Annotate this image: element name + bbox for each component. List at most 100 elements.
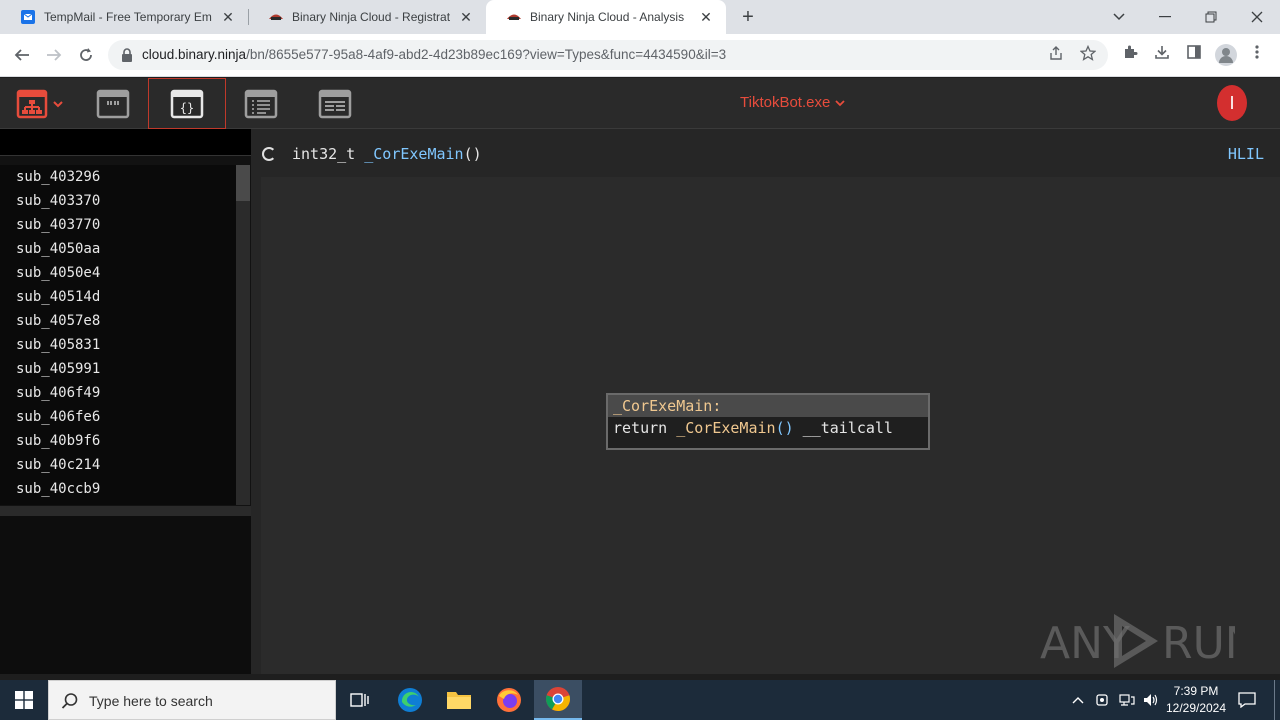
search-icon — [61, 693, 78, 709]
linear-view-button[interactable] — [223, 78, 299, 129]
edge-icon — [398, 688, 422, 712]
app-header: {} TiktokBot.exe — [0, 78, 1280, 129]
function-list-scrollbar[interactable] — [236, 165, 250, 505]
function-list-item[interactable]: sub_403770 — [0, 213, 236, 237]
user-avatar[interactable]: I — [1217, 85, 1247, 121]
anyrun-watermark-logo: ANY RUN — [1040, 614, 1235, 669]
chevron-down-icon — [834, 100, 845, 107]
forward-arrow-icon[interactable] — [42, 43, 66, 67]
function-name[interactable]: _CorExeMain — [364, 145, 463, 163]
search-placeholder: Type here to search — [89, 693, 213, 709]
task-view-button[interactable] — [336, 680, 384, 720]
tray-chevron-up-icon[interactable] — [1068, 680, 1088, 720]
function-list-item[interactable]: sub_40b9f6 — [0, 429, 236, 453]
close-icon[interactable]: ✕ — [458, 9, 474, 25]
call-target[interactable]: _CorExeMain — [676, 419, 775, 437]
share-icon[interactable] — [1046, 45, 1066, 65]
url-text[interactable]: cloud.binary.ninja/bn/8655e577-95a8-4af9… — [142, 47, 726, 62]
function-list-item[interactable]: sub_406fe6 — [0, 405, 236, 429]
function-list-item[interactable]: sub_4050aa — [0, 237, 236, 261]
firefox-icon — [497, 688, 521, 712]
taskbar-edge[interactable] — [386, 680, 434, 720]
url-path: /bn/8655e577-95a8-4af9-abd2-4d23b89ec169… — [246, 47, 727, 62]
tray-security-icon[interactable] — [1092, 680, 1112, 720]
return-type: int32_t — [292, 145, 356, 163]
restore-button[interactable] — [1188, 0, 1234, 34]
chrome-menu-icon[interactable] — [1246, 44, 1268, 66]
block-instruction[interactable]: return _CorExeMain() __tailcall — [608, 417, 928, 439]
taskbar-search-box[interactable]: Type here to search — [48, 680, 336, 720]
bookmark-star-icon[interactable] — [1078, 44, 1098, 65]
url-host: cloud.binary.ninja — [142, 47, 247, 62]
linear-view-icon — [244, 89, 278, 118]
il-level-selector[interactable]: HLIL — [1228, 145, 1264, 163]
file-title-dropdown[interactable]: TiktokBot.exe — [740, 94, 845, 111]
back-arrow-icon[interactable] — [10, 43, 34, 67]
function-list-item[interactable]: sub_40c214 — [0, 453, 236, 477]
function-list-item[interactable]: sub_4050e4 — [0, 261, 236, 285]
sidebar-splitter[interactable] — [0, 506, 251, 516]
function-list-item[interactable]: sub_40ccb9 — [0, 477, 236, 501]
graph-view-button[interactable] — [0, 78, 80, 129]
chrome-icon — [546, 687, 570, 711]
taskbar-firefox[interactable] — [485, 680, 533, 720]
hex-view-button[interactable] — [297, 78, 373, 129]
clock-time: 7:39 PM — [1173, 684, 1219, 698]
function-signature: int32_t _CorExeMain() — [292, 145, 482, 163]
reload-icon[interactable] — [74, 43, 98, 67]
folder-icon — [447, 692, 471, 709]
svg-text:RUN: RUN — [1162, 618, 1235, 669]
browser-toolbar: cloud.binary.ninja/bn/8655e577-95a8-4af9… — [0, 34, 1280, 77]
function-list-item[interactable]: sub_4057e8 — [0, 309, 236, 333]
binja-icon — [269, 14, 283, 20]
extensions-puzzle-icon[interactable] — [1119, 44, 1141, 66]
function-list-item[interactable]: sub_405991 — [0, 357, 236, 381]
close-window-button[interactable] — [1234, 0, 1280, 34]
new-tab-button[interactable]: + — [738, 7, 758, 27]
close-icon[interactable]: ✕ — [698, 9, 714, 25]
taskbar-chrome[interactable] — [534, 680, 582, 720]
strings-view-button[interactable] — [75, 78, 151, 129]
function-header: int32_t _CorExeMain() HLIL — [251, 129, 1280, 177]
function-list-item[interactable]: sub_406f49 — [0, 381, 236, 405]
tab-search-chevron-icon[interactable] — [1096, 0, 1142, 34]
minimize-button[interactable] — [1142, 0, 1188, 34]
clock-date: 12/29/2024 — [1165, 701, 1227, 715]
tab-registration[interactable]: Binary Ninja Cloud - Registration ✕ — [248, 0, 486, 34]
windows-logo-icon — [15, 691, 33, 709]
show-desktop-button[interactable] — [1274, 680, 1275, 720]
lock-icon[interactable] — [120, 47, 134, 63]
basic-block[interactable]: _CorExeMain: return _CorExeMain() __tail… — [606, 393, 930, 450]
function-sidebar: sub_403296 sub_403370 sub_403770 sub_405… — [0, 129, 251, 674]
tab-title: TempMail - Free Temporary Ema — [44, 10, 212, 24]
taskbar-file-explorer[interactable] — [435, 680, 483, 720]
function-filter-input[interactable] — [0, 129, 251, 156]
network-icon[interactable] — [1116, 680, 1138, 720]
profile-avatar-icon[interactable] — [1215, 44, 1237, 66]
svg-text:{}: {} — [180, 101, 194, 115]
scrollbar-thumb[interactable] — [236, 165, 250, 201]
function-list-item[interactable]: sub_405831 — [0, 333, 236, 357]
close-icon[interactable]: ✕ — [220, 9, 236, 25]
function-list-item[interactable]: sub_40514d — [0, 285, 236, 309]
hex-view-icon — [318, 89, 352, 118]
address-bar[interactable]: cloud.binary.ninja/bn/8655e577-95a8-4af9… — [108, 40, 1108, 70]
graph-canvas[interactable]: _CorExeMain: return _CorExeMain() __tail… — [261, 177, 1280, 674]
browser-tab-strip: TempMail - Free Temporary Ema ✕ Binary N… — [0, 0, 1280, 34]
tab-analysis[interactable]: Binary Ninja Cloud - Analysis ✕ — [486, 0, 726, 34]
side-panel-icon[interactable] — [1183, 44, 1205, 66]
download-icon[interactable] — [1151, 44, 1173, 66]
function-list-item[interactable]: sub_403370 — [0, 189, 236, 213]
notification-icon[interactable] — [1234, 680, 1260, 720]
tab-tempmail[interactable]: TempMail - Free Temporary Ema ✕ — [0, 0, 248, 34]
loading-spinner-icon — [262, 147, 276, 161]
system-clock[interactable]: 7:39 PM 12/29/2024 — [1158, 683, 1234, 717]
tempmail-icon — [21, 10, 35, 24]
keyword-return: return — [613, 419, 668, 437]
types-view-button[interactable]: {} — [148, 78, 226, 129]
start-button[interactable] — [0, 680, 48, 720]
sidebar-lower-panel — [0, 516, 251, 674]
file-title-text: TiktokBot.exe — [740, 94, 831, 111]
tailcall-suffix: __tailcall — [802, 419, 893, 437]
function-list-item[interactable]: sub_403296 — [0, 165, 236, 189]
